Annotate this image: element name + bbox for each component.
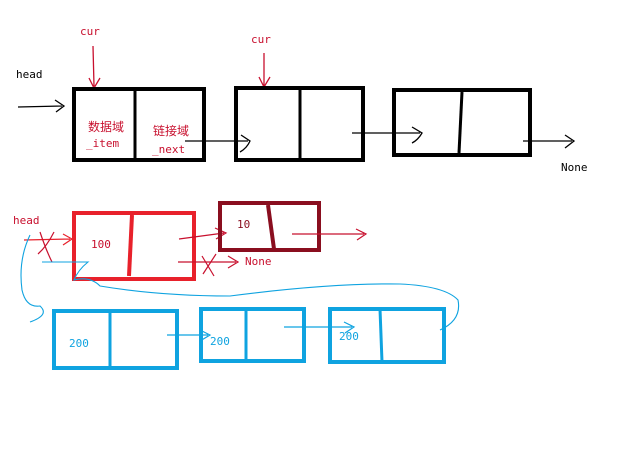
value-200-c: 200	[339, 330, 359, 343]
value-200-a: 200	[69, 337, 89, 350]
cur-arrow-1	[88, 45, 101, 90]
red-linked-list: head 100 10 None	[13, 201, 368, 281]
top-arrow-1	[185, 134, 251, 153]
head-arrow-top	[17, 99, 66, 113]
linked-list-diagram: cur cur head 数据域 _item 链接域 _next None he…	[13, 25, 588, 370]
cur-label-1: cur	[80, 25, 100, 38]
red-node-10-divider	[266, 204, 276, 250]
top-linked-list: cur cur head 数据域 _item 链接域 _next None	[16, 25, 588, 174]
blue-arrow-1	[167, 329, 212, 342]
data-field-label: 数据域	[88, 119, 124, 134]
item-label: _item	[86, 137, 119, 150]
value-10: 10	[237, 218, 250, 231]
none-label-red: None	[245, 255, 272, 268]
value-100: 100	[91, 238, 111, 251]
next-label: _next	[152, 143, 185, 156]
cur-arrow-2	[258, 53, 271, 89]
head-cross-red	[37, 231, 55, 263]
cur-label-2: cur	[251, 33, 271, 46]
none-label-top: None	[561, 161, 588, 174]
blue-node-200-c-divider	[378, 308, 384, 363]
red-cross-mark	[201, 253, 217, 277]
head-label-top: head	[16, 68, 43, 81]
top-node-3-divider	[457, 91, 464, 154]
red-arrow-from-10	[292, 228, 368, 241]
red-node-100-divider	[127, 214, 134, 277]
link-field-label: 链接域	[153, 123, 189, 138]
blue-linked-list: 200 200 200	[20, 234, 460, 370]
value-200-b: 200	[210, 335, 230, 348]
head-label-red: head	[13, 214, 40, 227]
